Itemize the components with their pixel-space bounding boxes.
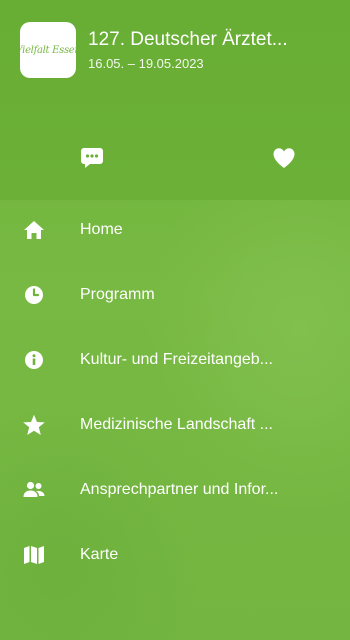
header-actions	[0, 138, 350, 182]
menu-item-kultur[interactable]: Kultur- und Freizeitangeb...	[0, 327, 350, 392]
menu-item-home[interactable]: Home	[0, 197, 350, 262]
menu-item-medizinische-landschaft[interactable]: Medizinische Landschaft ...	[0, 392, 350, 457]
favorites-button[interactable]	[262, 138, 306, 182]
map-icon	[22, 543, 46, 567]
drawer-header: Vielfalt Essen 127. Deutscher Ärztet... …	[0, 0, 350, 200]
menu-item-ansprechpartner[interactable]: Ansprechpartner und Infor...	[0, 457, 350, 522]
chat-button[interactable]	[70, 138, 114, 182]
menu-item-karte[interactable]: Karte	[0, 522, 350, 587]
event-title[interactable]: 127. Deutscher Ärztet...	[88, 28, 350, 52]
menu-item-label: Kultur- und Freizeitangeb...	[80, 350, 273, 368]
menu-item-label: Karte	[80, 545, 119, 563]
menu-item-programm[interactable]: Programm	[0, 262, 350, 327]
home-icon	[22, 218, 46, 242]
logo-text: Vielfalt Essen	[20, 44, 76, 56]
menu-item-label: Programm	[80, 285, 155, 303]
navigation-menu: Home Programm Kultur- und Freizeitangeb.…	[0, 197, 350, 587]
event-logo: Vielfalt Essen	[20, 22, 76, 78]
clock-icon	[22, 283, 46, 307]
star-icon	[22, 413, 46, 437]
info-icon	[22, 348, 46, 372]
menu-item-label: Ansprechpartner und Infor...	[80, 480, 279, 498]
menu-item-label: Home	[80, 220, 123, 238]
chat-bubble-icon	[80, 146, 104, 175]
menu-item-label: Medizinische Landschaft ...	[80, 415, 273, 433]
heart-icon	[272, 147, 296, 174]
event-dates: 16.05. – 19.05.2023	[88, 56, 204, 71]
app-screen: Vielfalt Essen 127. Deutscher Ärztet... …	[0, 0, 350, 640]
people-icon	[22, 478, 46, 502]
